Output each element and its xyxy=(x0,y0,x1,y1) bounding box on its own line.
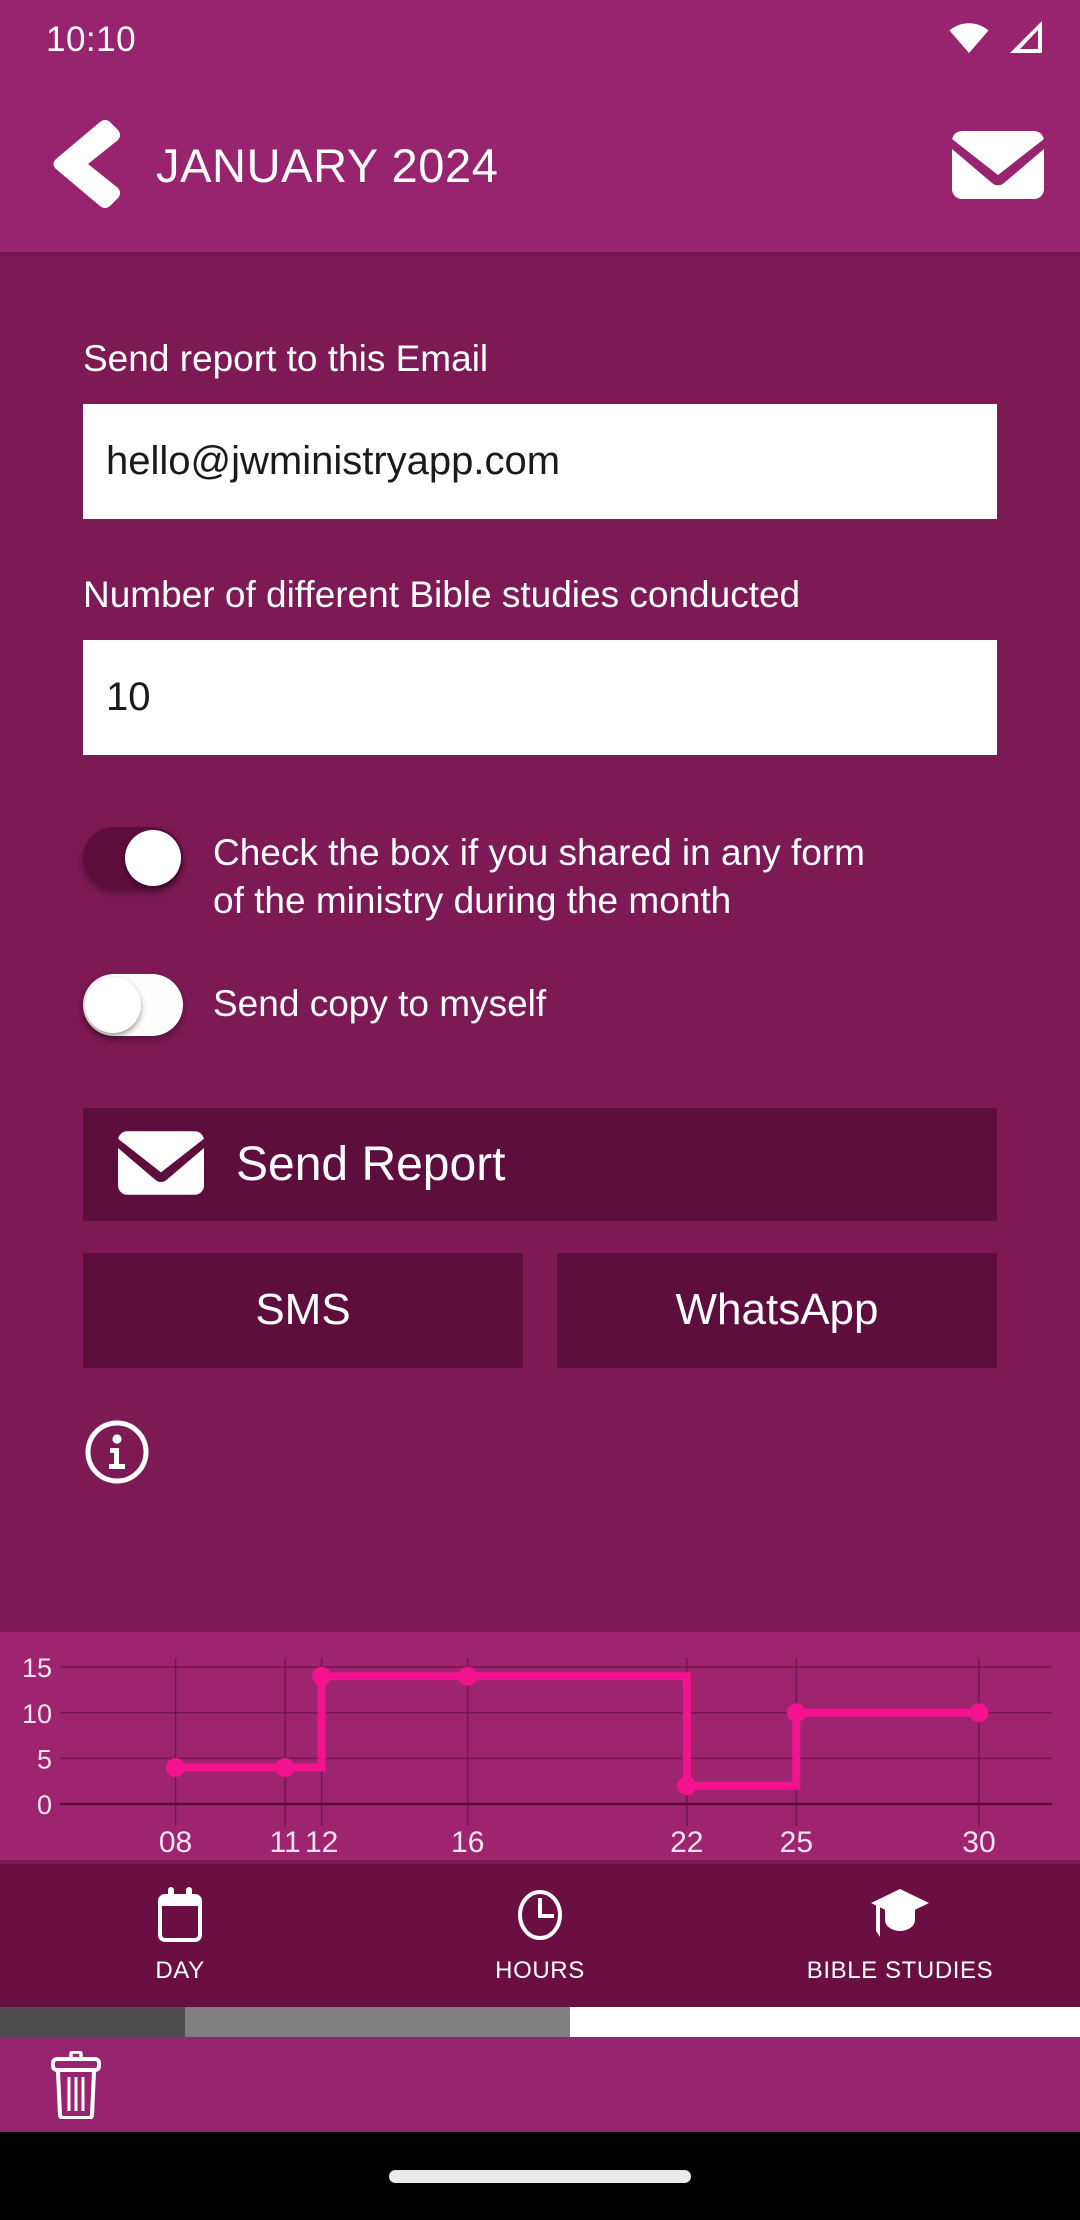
chart-series-line xyxy=(176,1676,979,1786)
back-button[interactable] xyxy=(48,117,122,213)
nav-item-hours[interactable]: HOURS xyxy=(360,1864,720,2007)
delete-button[interactable] xyxy=(48,2051,104,2119)
send-report-button[interactable]: Send Report xyxy=(83,1108,997,1221)
chart-x-gridlines xyxy=(176,1658,979,1826)
cellular-signal-icon xyxy=(1008,21,1046,58)
info-circle-icon xyxy=(83,1474,151,1489)
svg-text:16: 16 xyxy=(451,1826,484,1859)
chart-gridlines xyxy=(60,1667,1052,1804)
whatsapp-button[interactable]: WhatsApp xyxy=(557,1253,997,1368)
bible-studies-count-input[interactable] xyxy=(83,640,997,755)
status-bar-clock: 10:10 xyxy=(46,22,136,57)
app-header: JANUARY 2024 xyxy=(0,78,1080,252)
svg-text:15: 15 xyxy=(22,1653,52,1683)
svg-text:30: 30 xyxy=(962,1826,995,1859)
nav-item-day[interactable]: DAY xyxy=(0,1864,360,2007)
nav-label-bible-studies: BIBLE STUDIES xyxy=(807,1957,994,1985)
bible-studies-chart: 0 5 10 15 08 1112 16 22 25 30 xyxy=(0,1632,1080,1860)
bottom-navigation: DAY HOURS BIBLE STUDIES xyxy=(0,1864,1080,2007)
sms-button[interactable]: SMS xyxy=(83,1253,523,1368)
svg-text:12: 12 xyxy=(305,1826,338,1859)
nav-item-bible-studies[interactable]: BIBLE STUDIES xyxy=(720,1864,1080,2007)
email-field-label: Send report to this Email xyxy=(83,339,997,380)
wifi-icon xyxy=(948,21,990,58)
toggle-knob xyxy=(85,977,141,1033)
graduation-cap-icon xyxy=(869,1886,931,1944)
envelope-icon xyxy=(118,1131,204,1198)
send-copy-row: Send copy to myself xyxy=(83,970,997,1036)
chart-svg: 0 5 10 15 08 1112 16 22 25 30 xyxy=(0,1632,1080,1860)
home-indicator[interactable] xyxy=(389,2170,691,2183)
shared-in-ministry-toggle[interactable] xyxy=(83,827,183,889)
studies-field-label: Number of different Bible studies conduc… xyxy=(83,575,997,616)
scroll-segment-b xyxy=(185,2007,570,2037)
app-screen: 10:10 JANUARY 2024 xyxy=(0,0,1080,2220)
bottom-toolbar xyxy=(0,2037,1080,2132)
nav-label-hours: HOURS xyxy=(495,1957,585,1985)
svg-text:0: 0 xyxy=(37,1790,52,1820)
scroll-segment-a xyxy=(0,2007,185,2037)
nav-label-day: DAY xyxy=(155,1957,204,1985)
scroll-indicator[interactable] xyxy=(0,2007,1080,2037)
svg-text:10: 10 xyxy=(22,1699,52,1729)
report-form: Send report to this Email Number of diff… xyxy=(0,256,1080,1630)
shared-in-ministry-row: Check the box if you shared in any form … xyxy=(83,823,997,925)
envelope-icon xyxy=(952,187,1044,202)
send-copy-toggle[interactable] xyxy=(83,974,183,1036)
toggle-knob xyxy=(125,830,181,886)
chart-data-points xyxy=(166,1667,988,1796)
status-bar-icons xyxy=(948,21,1046,58)
send-copy-label: Send copy to myself xyxy=(213,970,546,1028)
email-input[interactable] xyxy=(83,404,997,519)
chart-y-tick-labels: 0 5 10 15 xyxy=(22,1653,52,1820)
status-bar: 10:10 xyxy=(0,0,1080,78)
info-button[interactable] xyxy=(83,1418,151,1486)
svg-text:08: 08 xyxy=(159,1826,192,1859)
scroll-segment-c xyxy=(570,2007,1080,2037)
header-mail-button[interactable] xyxy=(952,131,1044,199)
svg-text:25: 25 xyxy=(780,1826,813,1859)
chevron-left-icon xyxy=(48,116,122,215)
shared-in-ministry-label: Check the box if you shared in any form … xyxy=(213,823,903,925)
chart-x-tick-labels: 08 1112 16 22 25 30 xyxy=(159,1826,996,1859)
clock-icon xyxy=(514,1886,566,1944)
share-buttons-row: SMS WhatsApp xyxy=(83,1253,997,1368)
calendar-icon xyxy=(156,1886,204,1944)
page-title: JANUARY 2024 xyxy=(156,138,952,193)
svg-text:11: 11 xyxy=(270,1826,301,1859)
svg-text:5: 5 xyxy=(37,1744,52,1774)
send-report-label: Send Report xyxy=(236,1137,506,1192)
android-navigation-bar xyxy=(0,2132,1080,2220)
svg-text:22: 22 xyxy=(670,1826,703,1859)
trash-icon xyxy=(48,2107,104,2122)
